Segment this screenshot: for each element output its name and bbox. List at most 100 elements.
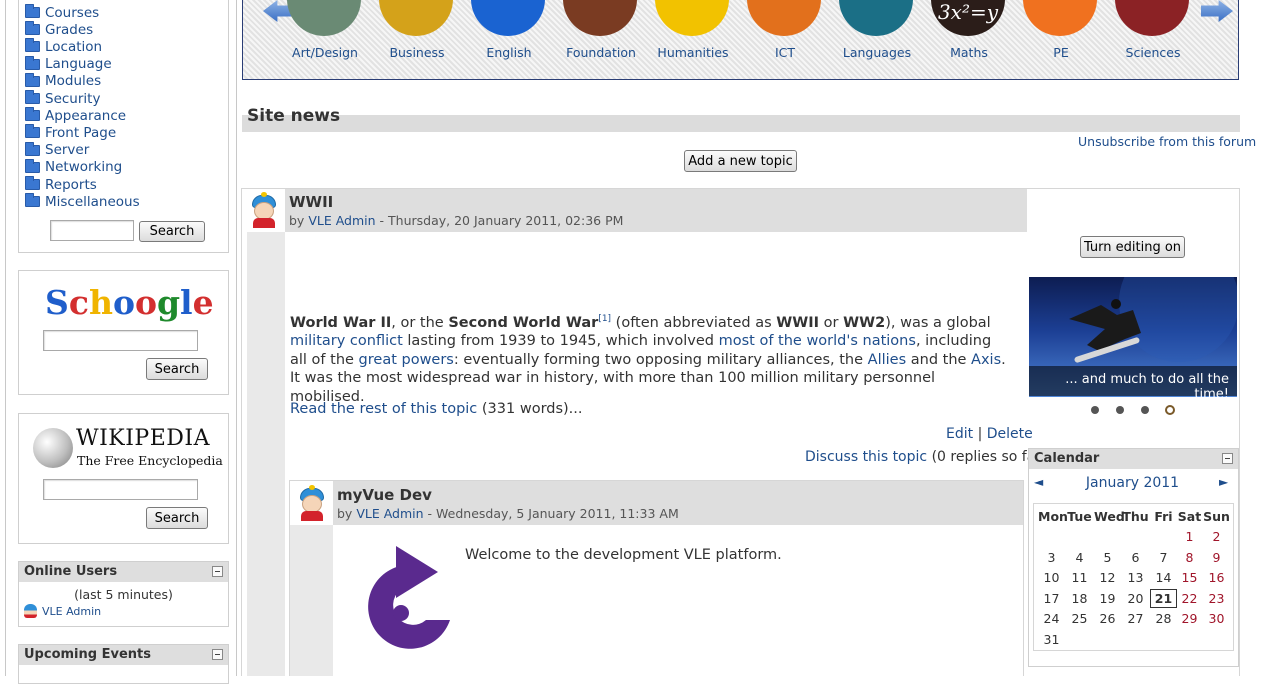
post-author-link[interactable]: VLE Admin	[308, 213, 375, 228]
calendar-day[interactable]: 6	[1122, 550, 1149, 565]
next-month-icon[interactable]: ►	[1219, 475, 1228, 489]
calendar-day[interactable]: 19	[1094, 591, 1121, 606]
post-author-link[interactable]: VLE Admin	[356, 506, 423, 521]
post-date: - Wednesday, 5 January 2011, 11:33 AM	[427, 506, 679, 521]
admin-menu-item[interactable]: Security	[25, 90, 100, 107]
calendar-weekday: Wed	[1094, 509, 1125, 524]
calendar-day[interactable]: 12	[1094, 570, 1121, 585]
admin-menu-item[interactable]: Reports	[25, 176, 97, 193]
calendar-day[interactable]: 26	[1094, 611, 1121, 626]
calendar-day[interactable]: 30	[1203, 611, 1230, 626]
calendar-day[interactable]: 15	[1176, 570, 1203, 585]
calendar-day[interactable]: 22	[1176, 591, 1203, 606]
calendar-day[interactable]: 28	[1150, 611, 1177, 626]
post-body-text: or	[819, 314, 844, 331]
add-new-topic-button[interactable]: Add a new topic	[684, 150, 797, 172]
collapse-icon[interactable]	[212, 566, 223, 577]
admin-menu-item[interactable]: Server	[25, 141, 90, 159]
admin-menu-item[interactable]: Location	[25, 38, 102, 55]
carousel-dot-3[interactable]	[1141, 406, 1149, 414]
read-more-link[interactable]: Read the rest of this topic	[290, 401, 477, 417]
scroll-right-arrow-icon[interactable]	[1201, 0, 1233, 22]
calendar-day[interactable]: 23	[1203, 591, 1230, 606]
folder-icon	[25, 90, 40, 104]
calendar-day[interactable]: 31	[1038, 632, 1065, 647]
maths-formula: 3x²=y	[937, 0, 999, 24]
post-body-text: : eventually forming two opposing milita…	[453, 351, 868, 368]
wikipedia-search-button[interactable]: Search	[146, 507, 208, 529]
carousel-dot-2[interactable]	[1116, 406, 1124, 414]
carousel-dot-4-active[interactable]	[1165, 405, 1175, 415]
calendar-day[interactable]: 7	[1150, 550, 1177, 565]
admin-search-input[interactable]	[50, 220, 134, 241]
discuss-topic-link[interactable]: Discuss this topic	[805, 449, 927, 465]
axis-link[interactable]: Axis	[971, 352, 1001, 368]
calendar-title-text: Calendar	[1034, 451, 1100, 466]
admin-menu-item[interactable]: Appearance	[25, 107, 126, 124]
allies-link[interactable]: Allies	[868, 352, 906, 368]
calendar-day[interactable]: 18	[1066, 591, 1093, 606]
calendar-day[interactable]: 1	[1176, 529, 1203, 544]
calendar-day[interactable]: 27	[1122, 611, 1149, 626]
wikipedia-search-input[interactable]	[43, 479, 198, 500]
admin-menu-label: Networking	[45, 159, 123, 176]
turn-editing-on-button[interactable]: Turn editing on	[1080, 236, 1185, 258]
calendar-month-link[interactable]: January 2011	[1034, 475, 1231, 491]
subject-label: Business	[389, 45, 445, 60]
reference-link[interactable]: [1]	[598, 314, 611, 324]
admin-menu-item[interactable]: Front Page	[25, 124, 116, 141]
worlds-nations-link[interactable]: most of the world's nations	[719, 333, 916, 349]
calendar-day[interactable]: 13	[1122, 570, 1149, 585]
great-powers-link[interactable]: great powers	[359, 352, 454, 368]
admin-menu-item[interactable]: Networking	[25, 158, 123, 176]
calendar-day[interactable]: 5	[1094, 550, 1121, 565]
calendar-today[interactable]: 21	[1150, 588, 1177, 608]
post-title: myVue Dev	[337, 486, 432, 504]
online-user-link[interactable]: VLE Admin	[42, 605, 101, 618]
calendar-weekday: Thu	[1122, 509, 1149, 524]
admin-menu-label: Server	[45, 142, 90, 159]
admin-menu-label: Courses	[45, 4, 100, 21]
calendar-day[interactable]: 2	[1203, 529, 1230, 544]
admin-menu-item[interactable]: Language	[25, 55, 112, 73]
admin-menu-item[interactable]: Miscellaneous	[25, 193, 140, 210]
calendar-day[interactable]: 11	[1066, 570, 1093, 585]
admin-menu-item[interactable]: Grades	[25, 21, 93, 38]
post-body-bold: WW2	[843, 314, 886, 331]
calendar-day[interactable]: 8	[1176, 550, 1203, 565]
calendar-day[interactable]: 9	[1203, 550, 1230, 565]
schoogle-search-button[interactable]: Search	[146, 358, 208, 380]
calendar-day[interactable]: 3	[1038, 550, 1065, 565]
image-carousel[interactable]: ... and much to do all the time!	[1029, 277, 1237, 397]
calendar-day[interactable]: 20	[1122, 591, 1149, 606]
delete-link[interactable]: Delete	[987, 426, 1033, 442]
calendar-day[interactable]: 29	[1176, 611, 1203, 626]
admin-menu-item[interactable]: Courses	[25, 4, 99, 21]
folder-icon	[25, 141, 40, 156]
admin-menu-label: Location	[45, 38, 103, 55]
admin-menu-label: Language	[45, 56, 112, 73]
calendar-day[interactable]: 4	[1066, 550, 1093, 565]
unsubscribe-link[interactable]: Unsubscribe from this forum	[1078, 134, 1256, 149]
admin-menu-label: Front Page	[45, 124, 117, 141]
admin-menu-item[interactable]: Modules	[25, 72, 101, 90]
schoogle-search-input[interactable]	[43, 330, 198, 351]
collapse-icon[interactable]	[1222, 453, 1233, 464]
calendar-day[interactable]: 24	[1038, 611, 1065, 626]
subject-icon	[379, 0, 453, 36]
subject-label: Languages	[842, 45, 912, 60]
calendar-day[interactable]: 10	[1038, 570, 1065, 585]
calendar-day[interactable]: 16	[1203, 570, 1230, 585]
calendar-day[interactable]: 25	[1066, 611, 1093, 626]
calendar-day[interactable]: 17	[1038, 591, 1065, 606]
admin-search-button[interactable]: Search	[139, 221, 205, 242]
folder-icon	[25, 4, 40, 18]
online-user-item[interactable]: VLE Admin	[24, 604, 101, 618]
carousel-dot-1[interactable]	[1091, 406, 1099, 414]
edit-link[interactable]: Edit	[946, 426, 973, 442]
calendar-day[interactable]: 14	[1150, 570, 1177, 585]
folder-icon	[25, 124, 40, 139]
collapse-icon[interactable]	[212, 649, 223, 660]
site-administration-block: Search Courses Grades Location Language Modu…	[18, 0, 229, 253]
military-conflict-link[interactable]: military conflict	[290, 333, 403, 349]
